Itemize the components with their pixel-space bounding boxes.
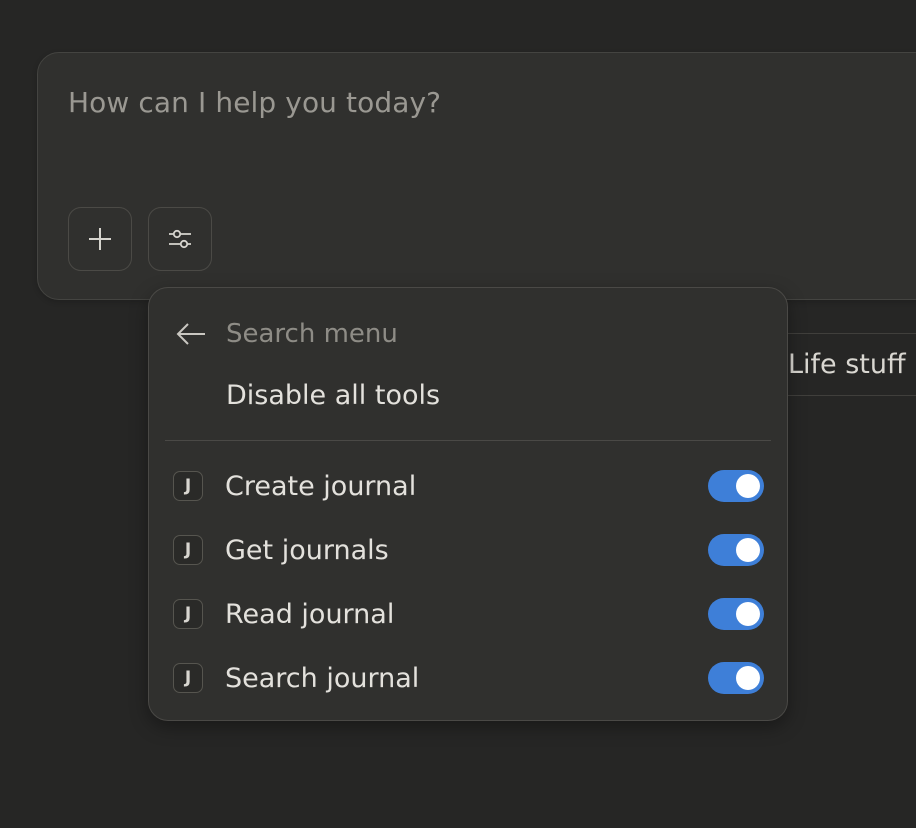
arrow-left-icon [176,323,205,345]
menu-search-bar [173,314,763,354]
sliders-icon [169,229,191,249]
toggle-knob [736,602,760,626]
tool-toggle[interactable] [708,598,764,630]
tool-label: Search journal [225,662,420,694]
tool-item-read-journal[interactable]: J Read journal [173,592,765,636]
tool-item-get-journals[interactable]: J Get journals [173,528,765,572]
tool-item-search-journal[interactable]: J Search journal [173,656,765,700]
tool-label: Create journal [225,470,417,502]
tool-toggle[interactable] [708,470,764,502]
tool-label: Get journals [225,534,389,566]
tool-label: Read journal [225,598,395,630]
disable-all-tools-button[interactable]: Disable all tools [226,380,440,411]
back-button[interactable] [173,316,209,352]
tool-badge-icon: J [173,535,203,565]
app-page: Life stuff Disable all tools J Create jo… [0,0,916,828]
chat-composer [37,52,916,300]
tool-toggle[interactable] [708,534,764,566]
toggle-knob [736,474,760,498]
tool-item-create-journal[interactable]: J Create journal [173,464,765,508]
project-tab-label: Life stuff [788,349,906,380]
tools-button[interactable] [148,207,212,271]
tool-badge-icon: J [173,663,203,693]
message-input[interactable] [68,86,888,119]
menu-divider [165,440,771,441]
tool-badge-icon: J [173,471,203,501]
add-attachment-button[interactable] [68,207,132,271]
toggle-knob [736,666,760,690]
toggle-knob [736,538,760,562]
tool-toggle[interactable] [708,662,764,694]
tools-menu: Disable all tools J Create journal J Get… [148,287,788,721]
tool-badge-icon: J [173,599,203,629]
search-menu-input[interactable] [226,319,763,349]
plus-icon [89,228,111,250]
